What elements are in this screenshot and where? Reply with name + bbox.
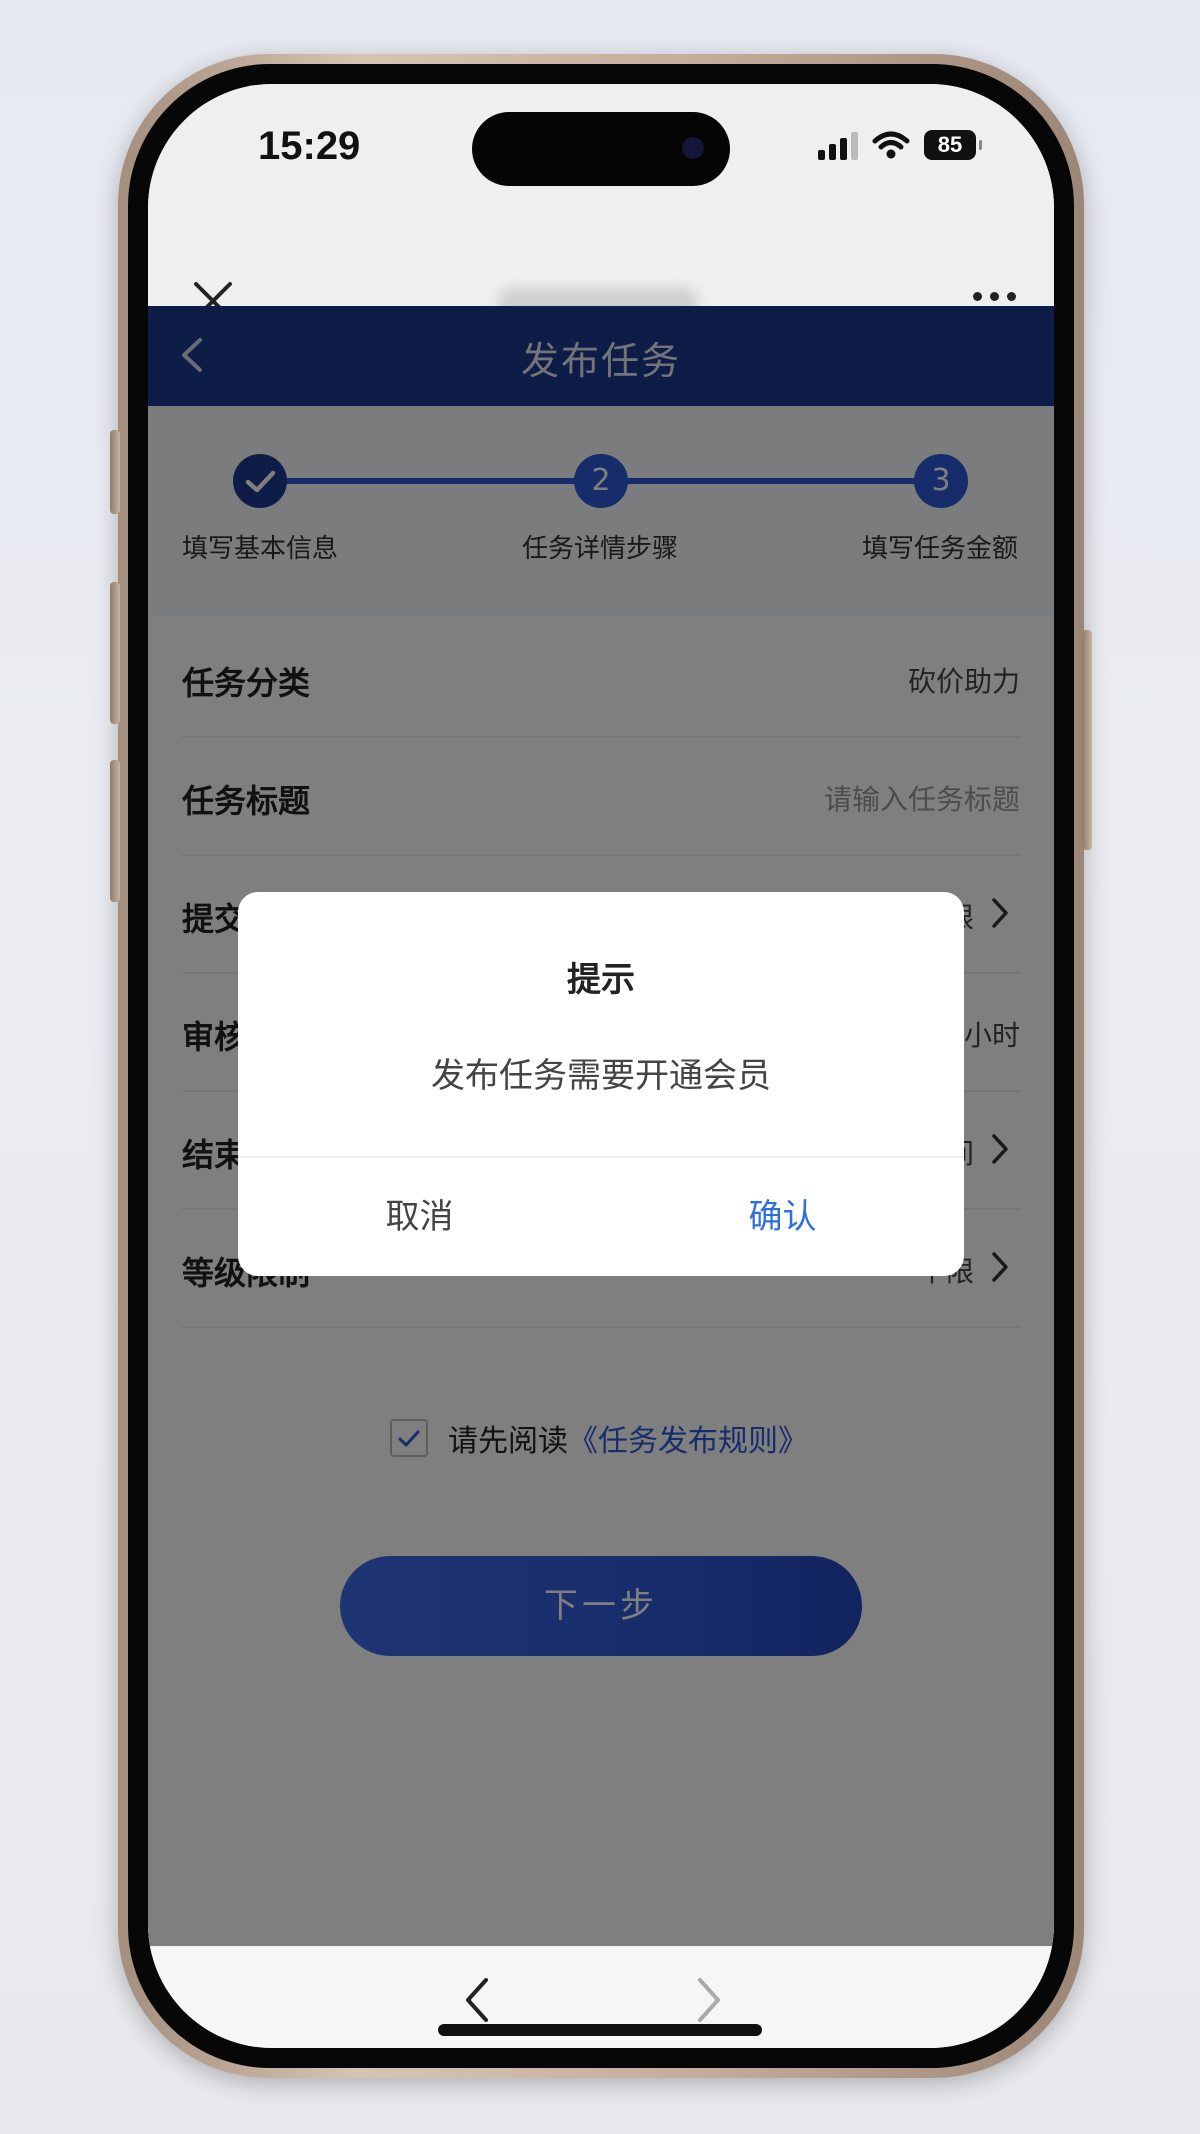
dialog-message: 发布任务需要开通会员 [431, 1056, 771, 1096]
confirm-button[interactable]: 确认 [601, 1158, 964, 1276]
chevron-right-icon[interactable] [688, 1974, 728, 2026]
alert-dialog: 提示 发布任务需要开通会员 取消 确认 [238, 892, 964, 1276]
dialog-title: 提示 [567, 960, 635, 1000]
status-time: 15:29 [258, 124, 361, 168]
phone-volume-up-button [110, 582, 120, 724]
phone-volume-down-button [110, 760, 120, 902]
status-icons: 85 [818, 130, 982, 160]
phone-action-button [110, 430, 120, 514]
phone-screen: 15:29 85 提示 发布任务需要开通会员 取消 确认 [148, 84, 1054, 2048]
dynamic-island [472, 112, 730, 186]
chevron-left-icon[interactable] [458, 1974, 498, 2026]
phone-power-button [1082, 630, 1092, 850]
battery-icon: 85 [924, 130, 982, 160]
home-indicator[interactable] [438, 2024, 762, 2036]
battery-level: 85 [937, 132, 963, 157]
wifi-icon [872, 131, 910, 159]
cancel-button[interactable]: 取消 [238, 1158, 601, 1276]
more-icon[interactable] [973, 292, 1016, 301]
status-bar: 15:29 85 [148, 84, 1054, 214]
signal-icon [818, 130, 858, 160]
front-camera [682, 137, 704, 159]
